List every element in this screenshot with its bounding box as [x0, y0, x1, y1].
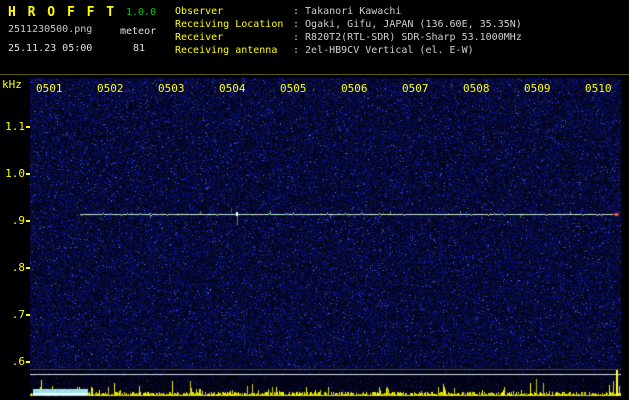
- mode-label: meteor: [120, 26, 157, 37]
- station-info: Observer: Takanori Kawachi Receiving Loca…: [175, 5, 522, 57]
- time-tick-label: 0505: [280, 82, 307, 95]
- app-version: 1.0.0: [126, 7, 157, 18]
- station-info-value: : R820T2(RTL-SDR) SDR-Sharp 53.1000MHz: [293, 32, 522, 43]
- freq-tick-label: .9: [11, 214, 25, 227]
- freq-tick-mark: [26, 314, 30, 316]
- freq-tick-mark: [26, 173, 30, 175]
- time-tick-label: 0506: [341, 82, 368, 95]
- time-tick-label: 0510: [585, 82, 612, 95]
- freq-tick-label: .6: [11, 355, 25, 368]
- hrofft-window: H R O F F T 1.0.0 2511230500.png meteor …: [0, 0, 629, 400]
- time-tick-label: 0503: [158, 82, 185, 95]
- output-filename: 2511230500.png: [8, 24, 93, 35]
- spectrogram-canvas: [30, 78, 621, 397]
- freq-tick-label: .8: [11, 261, 25, 274]
- time-tick-label: 0509: [524, 82, 551, 95]
- echo-count: 81: [133, 43, 146, 54]
- app-title: H R O F F T: [8, 5, 117, 20]
- header-separator: [0, 74, 629, 75]
- freq-tick-label: .7: [11, 308, 25, 321]
- station-info-value: : Takanori Kawachi: [293, 6, 402, 17]
- station-info-label: Receiving Location: [175, 19, 284, 30]
- freq-tick-mark: [26, 361, 30, 363]
- freq-tick-mark: [26, 126, 30, 128]
- station-info-value: : 2el-HB9CV Vertical (el. E-W): [293, 45, 474, 56]
- freq-tick-mark: [26, 267, 30, 269]
- freq-tick-label: 1.0: [5, 167, 25, 180]
- plot-area: 0501 0502 0503 0504 0505 0506 0507 0508 0509 0510: [30, 78, 621, 397]
- station-info-row: Observer : Takanori Kawachi: [175, 5, 522, 18]
- time-tick-label: 0507: [402, 82, 429, 95]
- time-tick-label: 0504: [219, 82, 246, 95]
- freq-tick-mark: [26, 220, 30, 222]
- station-info-value: : Ogaki, Gifu, JAPAN (136.60E, 35.35N): [293, 19, 522, 30]
- time-tick-label: 0501: [36, 82, 63, 95]
- station-info-label: Observer: [175, 6, 224, 17]
- station-info-row: Receiver : R820T2(RTL-SDR) SDR-Sharp 53.1…: [175, 31, 522, 44]
- station-info-label: Receiving antenna: [175, 45, 278, 56]
- time-tick-label: 0508: [463, 82, 490, 95]
- station-info-row: Receiving antenna : 2el-HB9CV Vertical (e…: [175, 44, 522, 57]
- datetime-label: 25.11.23 05:00: [8, 43, 93, 54]
- station-info-row: Receiving Location : Ogaki, Gifu, JAPAN (…: [175, 18, 522, 31]
- time-tick-label: 0502: [97, 82, 124, 95]
- station-info-label: Receiver: [175, 32, 224, 43]
- freq-axis-unit: kHz: [2, 78, 22, 91]
- freq-tick-label: 1.1: [5, 120, 25, 133]
